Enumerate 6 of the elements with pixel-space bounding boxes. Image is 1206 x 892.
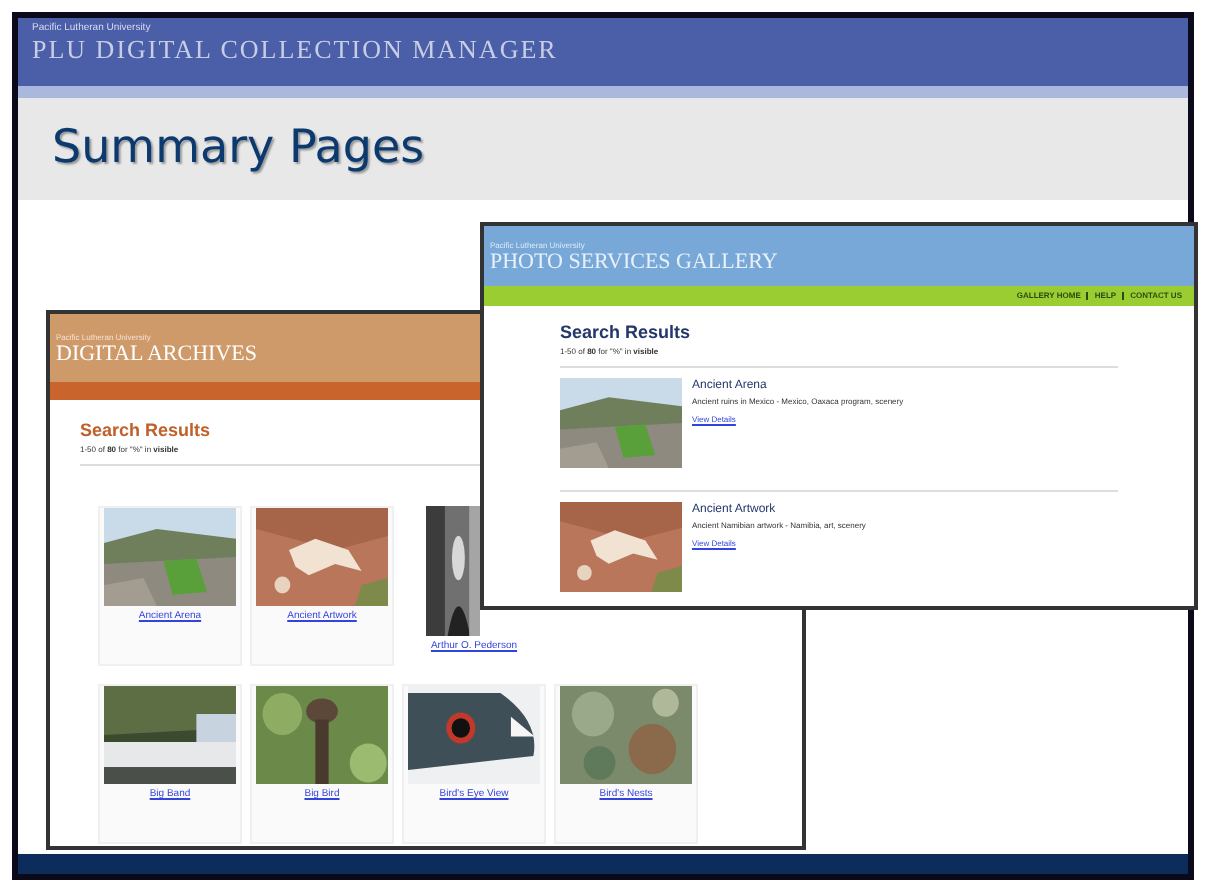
- banner-title: PLU DIGITAL COLLECTION MANAGER: [32, 34, 560, 66]
- results-heading: Search Results: [80, 420, 213, 442]
- slide-title: Summary Pages: [52, 120, 425, 179]
- banner-title: PHOTO SERVICES GALLERY: [490, 250, 778, 276]
- banner-title: DIGITAL ARCHIVES: [56, 342, 257, 368]
- results-heading: Search Results: [560, 322, 693, 344]
